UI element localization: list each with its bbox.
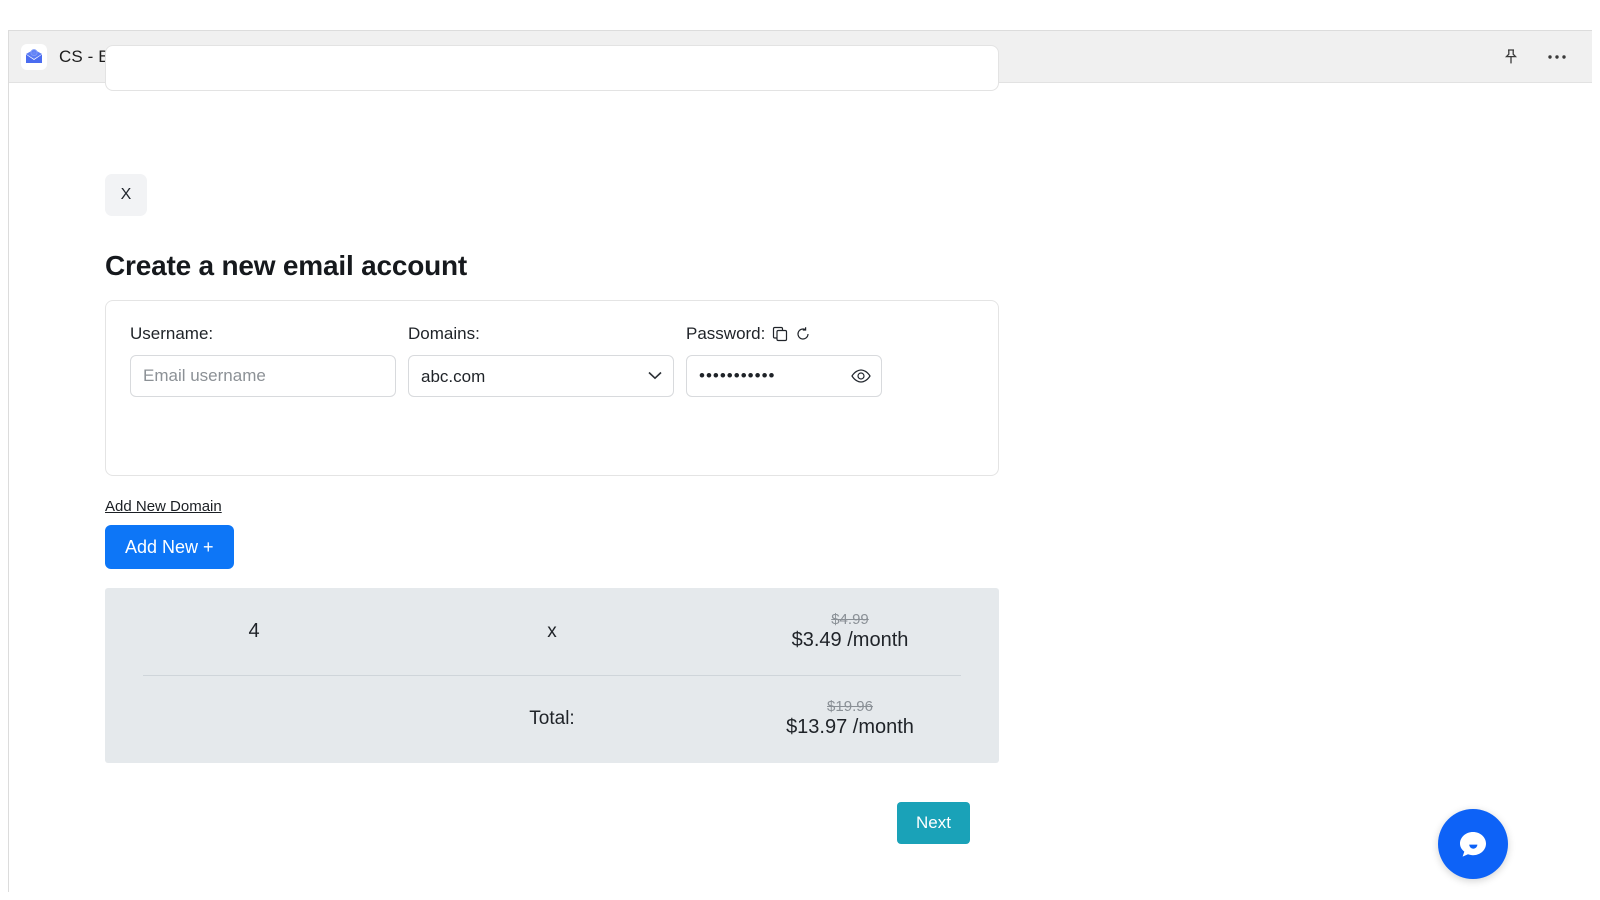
- pricing-operator: x: [547, 621, 557, 643]
- domains-label: Domains:: [408, 323, 674, 345]
- email-at-icon: @: [21, 44, 47, 70]
- password-label-row: Password:: [686, 323, 882, 345]
- close-button[interactable]: X: [105, 174, 147, 216]
- add-new-domain-link[interactable]: Add New Domain: [105, 498, 222, 515]
- pricing-quantity: 4: [248, 620, 259, 643]
- previous-card-edge: [105, 45, 999, 91]
- username-field-group: Username:: [130, 323, 396, 397]
- pricing-unit-new-price: $3.49 /month: [792, 629, 909, 652]
- pricing-unit-row: 4 x $4.99 $3.49 /month: [105, 588, 999, 675]
- password-field-group: Password:: [686, 323, 882, 397]
- domain-select[interactable]: abc.com: [408, 355, 674, 397]
- password-input-wrap: [686, 355, 882, 397]
- pricing-total-old-price: $19.96: [827, 698, 873, 715]
- username-label: Username:: [130, 323, 396, 345]
- next-button[interactable]: Next: [897, 802, 970, 844]
- app-window: @ CS - Business Email X Create a new ema…: [8, 30, 1592, 892]
- domain-field-group: Domains: abc.com: [408, 323, 674, 397]
- refresh-icon[interactable]: [795, 326, 811, 342]
- page-title: Create a new email account: [105, 250, 467, 282]
- pricing-unit-old-price: $4.99: [831, 611, 869, 628]
- ellipsis-icon[interactable]: [1540, 40, 1574, 74]
- close-label: X: [121, 186, 132, 204]
- pricing-total-label-cell: Total:: [403, 708, 701, 730]
- pricing-total-row: Total: $19.96 $13.97 /month: [105, 675, 999, 762]
- chat-bubble-icon[interactable]: [1438, 809, 1508, 879]
- pricing-quantity-cell: 4: [105, 620, 403, 643]
- pricing-operator-cell: x: [403, 621, 701, 643]
- pricing-divider: [143, 675, 961, 676]
- copy-icon[interactable]: [772, 326, 788, 342]
- pricing-total-amount-cell: $19.96 $13.97 /month: [701, 698, 999, 739]
- pricing-total-label: Total:: [529, 708, 574, 730]
- pricing-unit-amount-cell: $4.99 $3.49 /month: [701, 611, 999, 652]
- form-field-row: Username: Domains: abc.com: [106, 301, 998, 397]
- svg-text:@: @: [32, 50, 36, 55]
- username-input[interactable]: [130, 355, 396, 397]
- pricing-summary-panel: 4 x $4.99 $3.49 /month Total: $19.96 $: [105, 588, 999, 763]
- add-new-button[interactable]: Add New +: [105, 525, 234, 569]
- password-label: Password:: [686, 324, 765, 344]
- create-account-card: Username: Domains: abc.com: [105, 300, 999, 476]
- page-content: X Create a new email account Username: D…: [9, 83, 1592, 892]
- pin-icon[interactable]: [1494, 40, 1528, 74]
- eye-icon[interactable]: [851, 369, 871, 383]
- pricing-total-new-price: $13.97 /month: [786, 716, 914, 739]
- domain-select-wrap: abc.com: [408, 355, 674, 397]
